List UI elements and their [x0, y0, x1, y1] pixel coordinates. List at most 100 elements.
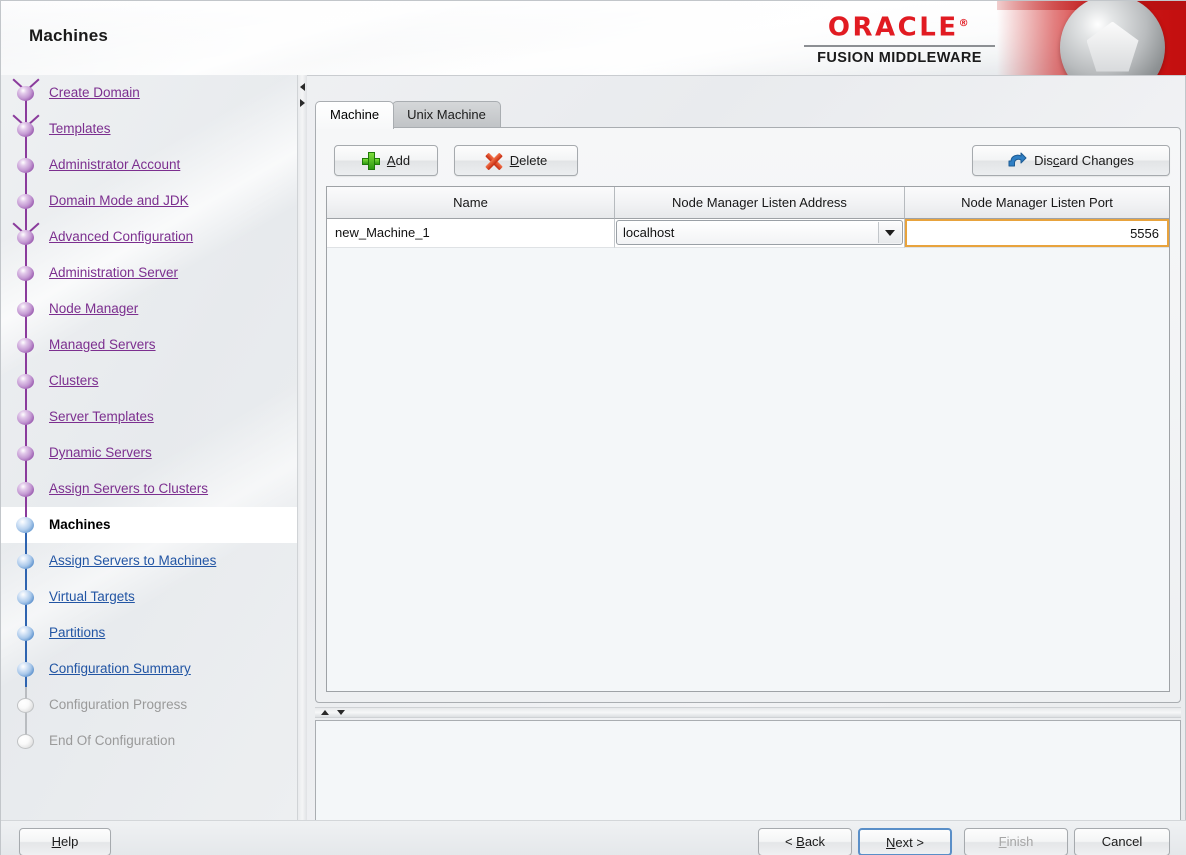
step-node-icon — [17, 590, 34, 605]
triangle-up-icon[interactable] — [321, 710, 329, 715]
cell-listen-port[interactable]: 5556 — [905, 219, 1169, 248]
cell-listen-address[interactable]: localhost — [615, 219, 905, 248]
header-banner: Machines ORACLE® FUSION MIDDLEWARE — [1, 1, 1186, 76]
add-rest: dd — [395, 153, 411, 168]
add-button[interactable]: Add — [334, 145, 438, 176]
oracle-wordmark: ORACLE® — [802, 9, 997, 43]
sidebar-item-create-domain[interactable]: Create Domain — [1, 75, 297, 111]
sidebar-item-assign-servers-to-machines[interactable]: Assign Servers to Machines — [1, 543, 297, 579]
finish-button: Finish — [964, 828, 1068, 855]
discard-before: Dis — [1034, 153, 1053, 168]
sidebar-item-clusters[interactable]: Clusters — [1, 363, 297, 399]
registered-trademark-icon: ® — [958, 18, 972, 29]
content-panel: Machine Unix Machine Add Delete Discard … — [307, 81, 1183, 842]
column-header-name[interactable]: Name — [327, 187, 615, 219]
sidebar-item-assign-servers-to-clusters[interactable]: Assign Servers to Clusters — [1, 471, 297, 507]
discard-rest: ard Changes — [1059, 153, 1134, 168]
discard-changes-label: Discard Changes — [1034, 146, 1134, 175]
sidebar-item-templates[interactable]: Templates — [1, 111, 297, 147]
finish-rest: inish — [1006, 834, 1034, 849]
listen-address-value: localhost — [623, 225, 675, 240]
listen-address-combobox[interactable]: localhost — [616, 220, 903, 245]
step-node-icon — [17, 374, 34, 389]
sidebar-item-advanced-configuration[interactable]: Advanced Configuration — [1, 219, 297, 255]
sidebar-item-partitions[interactable]: Partitions — [1, 615, 297, 651]
horizontal-splitter[interactable] — [315, 707, 1181, 718]
page-title: Machines — [29, 26, 109, 45]
step-node-icon — [17, 662, 34, 677]
wls-config-wizard-window: Machines ORACLE® FUSION MIDDLEWARE Creat… — [0, 0, 1186, 855]
machines-table: Name Node Manager Listen Address Node Ma… — [326, 186, 1170, 692]
wizard-step-navigation: Create Domain Templates Administrator Acco… — [1, 75, 297, 820]
sidebar-item-domain-mode-and-jdk[interactable]: Domain Mode and JDK — [1, 183, 297, 219]
sidebar-item-label: Server Templates — [49, 409, 154, 424]
tab-panel-machine: Add Delete Discard Changes Name Node Man… — [315, 127, 1181, 703]
plus-icon — [361, 151, 380, 170]
sidebar-item-machines[interactable]: Machines — [1, 507, 297, 543]
discard-changes-button[interactable]: Discard Changes — [972, 145, 1170, 176]
triangle-left-icon[interactable] — [300, 83, 305, 91]
tab-machine[interactable]: Machine — [315, 101, 395, 129]
oracle-logo: ORACLE® FUSION MIDDLEWARE — [802, 9, 997, 66]
column-header-listen-address[interactable]: Node Manager Listen Address — [615, 187, 905, 219]
next-mnemonic: N — [886, 835, 896, 850]
tab-unix-machine[interactable]: Unix Machine — [392, 101, 501, 129]
step-node-icon — [16, 517, 34, 533]
tab-unix-machine-label: Unix Machine — [407, 107, 486, 122]
cell-machine-name[interactable]: new_Machine_1 — [327, 219, 615, 248]
sidebar-item-label: End Of Configuration — [49, 733, 176, 748]
back-before: < — [784, 834, 797, 849]
sidebar-item-administration-server[interactable]: Administration Server — [1, 255, 297, 291]
sidebar-item-configuration-progress: Configuration Progress — [1, 687, 297, 723]
back-button[interactable]: < Back — [758, 828, 852, 855]
sidebar-item-label: Virtual Targets — [49, 589, 135, 604]
next-button[interactable]: Next > — [858, 828, 952, 855]
chevron-down-icon[interactable] — [878, 222, 901, 243]
step-node-icon — [17, 194, 34, 209]
sidebar-item-label: Managed Servers — [49, 337, 156, 352]
help-button[interactable]: Help — [19, 828, 111, 855]
triangle-down-icon[interactable] — [337, 710, 345, 715]
step-node-icon — [17, 626, 34, 641]
x-icon — [484, 152, 503, 170]
help-mnemonic: H — [51, 834, 62, 849]
sidebar-item-label: Dynamic Servers — [49, 445, 152, 460]
step-node-icon — [17, 446, 34, 461]
sidebar-item-node-manager[interactable]: Node Manager — [1, 291, 297, 327]
sidebar-item-virtual-targets[interactable]: Virtual Targets — [1, 579, 297, 615]
cancel-label: Cancel — [1101, 834, 1143, 849]
step-node-icon — [17, 698, 34, 713]
cancel-button[interactable]: Cancel — [1074, 828, 1170, 855]
undo-icon — [1008, 152, 1027, 169]
add-mnemonic: A — [386, 153, 396, 168]
step-node-icon — [17, 302, 34, 317]
sidebar-item-server-templates[interactable]: Server Templates — [1, 399, 297, 435]
step-node-icon — [17, 734, 34, 749]
pentagon-shape-icon — [1086, 21, 1139, 72]
sidebar-item-label: Templates — [49, 121, 111, 136]
logo-divider — [804, 44, 995, 47]
step-node-icon — [17, 158, 34, 173]
sidebar-item-managed-servers[interactable]: Managed Servers — [1, 327, 297, 363]
sidebar-item-label: Domain Mode and JDK — [49, 193, 189, 208]
sidebar-item-label: Machines — [49, 517, 111, 532]
step-node-icon — [17, 86, 34, 101]
finish-mnemonic: F — [998, 834, 1007, 849]
tab-bar: Machine Unix Machine — [315, 101, 501, 129]
vertical-splitter[interactable] — [297, 75, 307, 820]
column-header-listen-port[interactable]: Node Manager Listen Port — [905, 187, 1169, 219]
sidebar-item-dynamic-servers[interactable]: Dynamic Servers — [1, 435, 297, 471]
sidebar-item-configuration-summary[interactable]: Configuration Summary — [1, 651, 297, 687]
listen-port-input[interactable]: 5556 — [905, 219, 1169, 247]
sidebar-item-administrator-account[interactable]: Administrator Account — [1, 147, 297, 183]
table-row[interactable]: new_Machine_1 localhost 5556 — [327, 219, 1169, 248]
sidebar-item-label: Advanced Configuration — [49, 229, 194, 244]
table-header-row: Name Node Manager Listen Address Node Ma… — [327, 187, 1169, 219]
triangle-right-icon[interactable] — [300, 99, 305, 107]
fusion-middleware-label: FUSION MIDDLEWARE — [817, 49, 982, 66]
sidebar-item-label: Assign Servers to Machines — [49, 553, 217, 568]
sidebar-item-label: Clusters — [49, 373, 99, 388]
delete-button-label: Delete — [510, 146, 548, 175]
delete-button[interactable]: Delete — [454, 145, 578, 176]
oracle-wordmark-text: ORACLE — [827, 12, 959, 43]
